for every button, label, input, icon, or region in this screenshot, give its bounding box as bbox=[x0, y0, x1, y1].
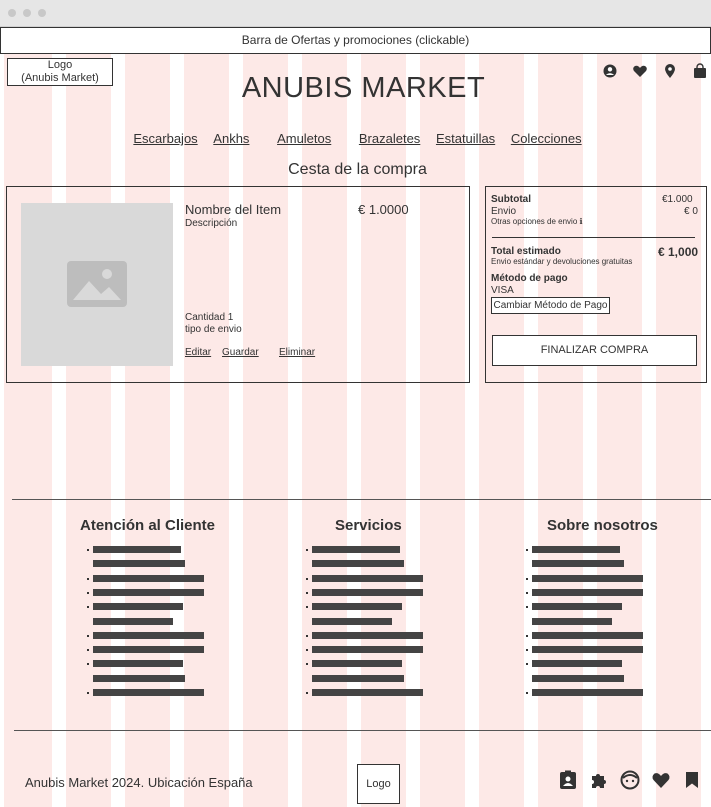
logo-line1: Logo bbox=[47, 59, 73, 71]
item-quantity: Cantidad 1 bbox=[185, 312, 234, 323]
info-icon: ℹ bbox=[579, 217, 583, 226]
footer-logo[interactable]: Logo bbox=[357, 764, 400, 804]
window-dot bbox=[23, 9, 31, 17]
other-shipping-options[interactable]: Otras opciones de envio ℹ bbox=[491, 217, 583, 226]
nav-colecciones[interactable]: Colecciones bbox=[511, 131, 582, 146]
payment-value: VISA bbox=[491, 285, 514, 296]
item-name: Nombre del Item bbox=[185, 202, 282, 217]
nav-brazaletes[interactable]: Brazaletes bbox=[359, 131, 420, 146]
save-link[interactable]: Guardar bbox=[222, 347, 259, 358]
footer-title-atencion: Atención al Cliente bbox=[80, 517, 216, 534]
change-payment-button[interactable]: Cambiar Método de Pago bbox=[491, 297, 610, 314]
total-note: Envio estándar y devoluciones gratuitas bbox=[491, 257, 633, 266]
footer-divider-top bbox=[12, 499, 711, 500]
footer-title-servicios: Servicios bbox=[335, 517, 402, 534]
promo-bar[interactable]: Barra de Ofertas y promociones (clickabl… bbox=[0, 27, 711, 54]
footer-icons bbox=[558, 770, 702, 790]
remove-link[interactable]: Eliminar bbox=[279, 347, 315, 358]
bookmark-icon[interactable] bbox=[682, 770, 702, 790]
location-icon[interactable] bbox=[662, 63, 678, 79]
nav-amuletos[interactable]: Amuletos bbox=[277, 131, 331, 146]
nav-ankhs[interactable]: Ankhs bbox=[213, 131, 249, 146]
subtotal-value: €1.000 bbox=[662, 194, 693, 205]
edit-link[interactable]: Editar bbox=[185, 347, 211, 358]
header-icons bbox=[602, 63, 708, 79]
window-dot bbox=[8, 9, 16, 17]
item-shipping: tipo de envio bbox=[185, 324, 242, 335]
nav-estatuillas[interactable]: Estatuillas bbox=[436, 131, 495, 146]
total-label: Total estimado bbox=[491, 246, 561, 257]
footer-title-sobre: Sobre nosotros bbox=[547, 517, 658, 534]
shipping-value: € 0 bbox=[684, 206, 698, 217]
image-placeholder-icon bbox=[67, 261, 127, 307]
shipping-label: Envio bbox=[491, 206, 517, 217]
heart-icon[interactable] bbox=[632, 63, 648, 79]
heart-icon[interactable] bbox=[651, 770, 671, 790]
item-image bbox=[21, 203, 173, 366]
window-chrome bbox=[0, 0, 711, 27]
total-value: € 1,000 bbox=[658, 245, 699, 259]
subtotal-label: Subtotal bbox=[491, 194, 531, 205]
copyright: Anubis Market 2024. Ubicación España bbox=[25, 775, 253, 790]
footer-divider-bottom bbox=[14, 730, 711, 731]
face-icon[interactable] bbox=[620, 770, 640, 790]
item-description: Descripción bbox=[185, 218, 238, 229]
item-price: € 1.0000 bbox=[358, 202, 409, 217]
category-nav: Escarbajos Ankhs Amuletos Brazaletes Est… bbox=[0, 131, 711, 146]
checkout-button[interactable]: FINALIZAR COMPRA bbox=[492, 335, 697, 366]
other-options-text: Otras opciones de envio bbox=[491, 217, 578, 226]
puzzle-icon[interactable] bbox=[589, 770, 609, 790]
contact-icon[interactable] bbox=[558, 770, 578, 790]
subtotal-amount: €1.000 bbox=[662, 194, 693, 205]
window-dot bbox=[38, 9, 46, 17]
user-icon[interactable] bbox=[602, 63, 618, 79]
bag-icon[interactable] bbox=[692, 63, 708, 79]
cart-title: Cesta de la compra bbox=[288, 161, 427, 178]
payment-label: Método de pago bbox=[491, 273, 568, 284]
summary-divider bbox=[492, 237, 695, 238]
nav-escarabajos[interactable]: Escarbajos bbox=[133, 131, 197, 146]
